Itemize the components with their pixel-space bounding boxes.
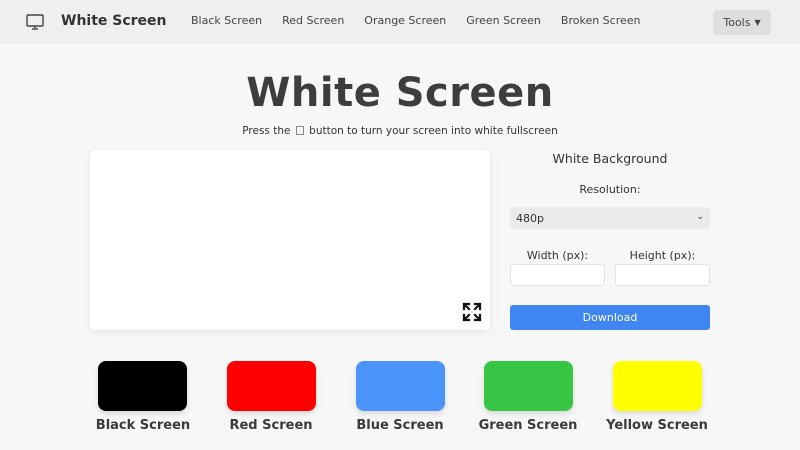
- nav-link-black-screen[interactable]: Black Screen: [191, 14, 262, 27]
- nav-links: Black Screen Red Screen Orange Screen Gr…: [191, 14, 661, 27]
- nav-link-broken-screen[interactable]: Broken Screen: [561, 14, 641, 27]
- width-label: Width (px):: [526, 249, 589, 262]
- resolution-select[interactable]: 480p ⌄: [510, 207, 710, 229]
- chevron-down-icon: ▼: [754, 18, 761, 27]
- nav-link-orange-screen[interactable]: Orange Screen: [364, 14, 446, 27]
- page-subtitle: Press the button to turn your screen int…: [0, 125, 800, 137]
- tools-dropdown-button[interactable]: Tools ▼: [713, 10, 771, 35]
- swatch-yellow-screen[interactable]: [613, 361, 702, 411]
- chevron-down-icon: ⌄: [696, 212, 704, 222]
- subtitle-text-after: button to turn your screen into white fu…: [309, 125, 558, 137]
- swatch-label-blue-screen[interactable]: Blue Screen: [335, 418, 465, 433]
- swatch-black-screen[interactable]: [98, 361, 187, 411]
- resolution-label: Resolution:: [579, 183, 641, 196]
- tools-label: Tools: [723, 16, 751, 29]
- swatch-label-yellow-screen[interactable]: Yellow Screen: [592, 418, 722, 433]
- swatch-red-screen[interactable]: [227, 361, 316, 411]
- swatch-blue-screen[interactable]: [356, 361, 445, 411]
- nav-link-green-screen[interactable]: Green Screen: [466, 14, 541, 27]
- top-nav: White Screen Black Screen Red Screen Ora…: [0, 0, 800, 44]
- height-label: Height (px):: [629, 249, 696, 262]
- brand-name[interactable]: White Screen: [61, 13, 167, 29]
- nav-link-red-screen[interactable]: Red Screen: [282, 14, 344, 27]
- fullscreen-glyph-icon: [295, 126, 304, 135]
- width-input[interactable]: [510, 264, 605, 286]
- monitor-icon[interactable]: [26, 14, 44, 30]
- swatch-label-black-screen[interactable]: Black Screen: [78, 418, 208, 433]
- fullscreen-icon[interactable]: [462, 302, 482, 322]
- download-button[interactable]: Download: [510, 305, 710, 330]
- height-input[interactable]: [615, 264, 710, 286]
- resolution-value: 480p: [516, 211, 544, 225]
- page-title: White Screen: [246, 70, 554, 116]
- swatch-label-red-screen[interactable]: Red Screen: [206, 418, 336, 433]
- swatch-label-green-screen[interactable]: Green Screen: [463, 418, 593, 433]
- panel-title: White Background: [552, 151, 668, 166]
- subtitle-text-before: Press the: [242, 125, 291, 137]
- white-screen-preview[interactable]: [90, 150, 490, 330]
- swatch-green-screen[interactable]: [484, 361, 573, 411]
